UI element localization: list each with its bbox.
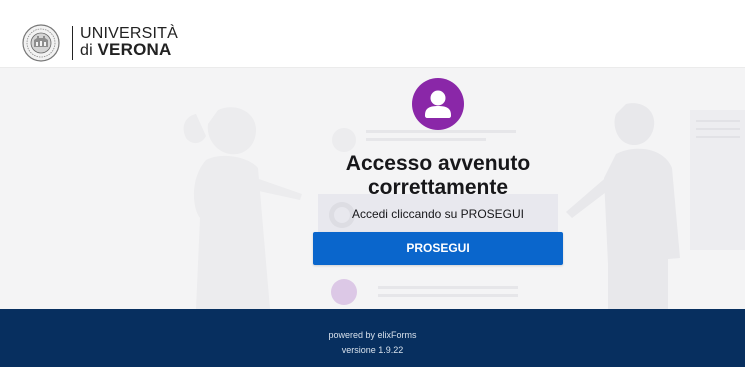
top-strip <box>0 0 745 18</box>
page-title-line1: Accesso avvenuto <box>345 152 531 175</box>
instruction-text: Accedi cliccando su PROSEGUI <box>351 207 525 221</box>
university-di: di <box>80 42 93 59</box>
university-seal-icon[interactable] <box>22 24 60 62</box>
site-footer: powered by elixForms versione 1.9.22 <box>0 309 745 367</box>
powered-by-text: powered by elixForms <box>328 330 417 340</box>
site-header: UNIVERSITÀ di VERONA <box>0 18 745 68</box>
university-brand[interactable]: UNIVERSITÀ di VERONA <box>80 26 178 59</box>
page-title-line2: correttamente <box>367 176 509 199</box>
user-avatar-icon <box>412 78 464 130</box>
brand-separator <box>72 26 73 60</box>
main-panel: Accesso avvenuto correttamente Accedi cl… <box>0 68 745 309</box>
version-text: versione 1.9.22 <box>341 345 404 355</box>
university-name: VERONA <box>97 40 172 59</box>
prosegui-button[interactable]: PROSEGUI <box>313 232 563 265</box>
page-title: Accesso avvenuto correttamente <box>300 152 576 200</box>
university-line2: di VERONA <box>80 40 178 59</box>
